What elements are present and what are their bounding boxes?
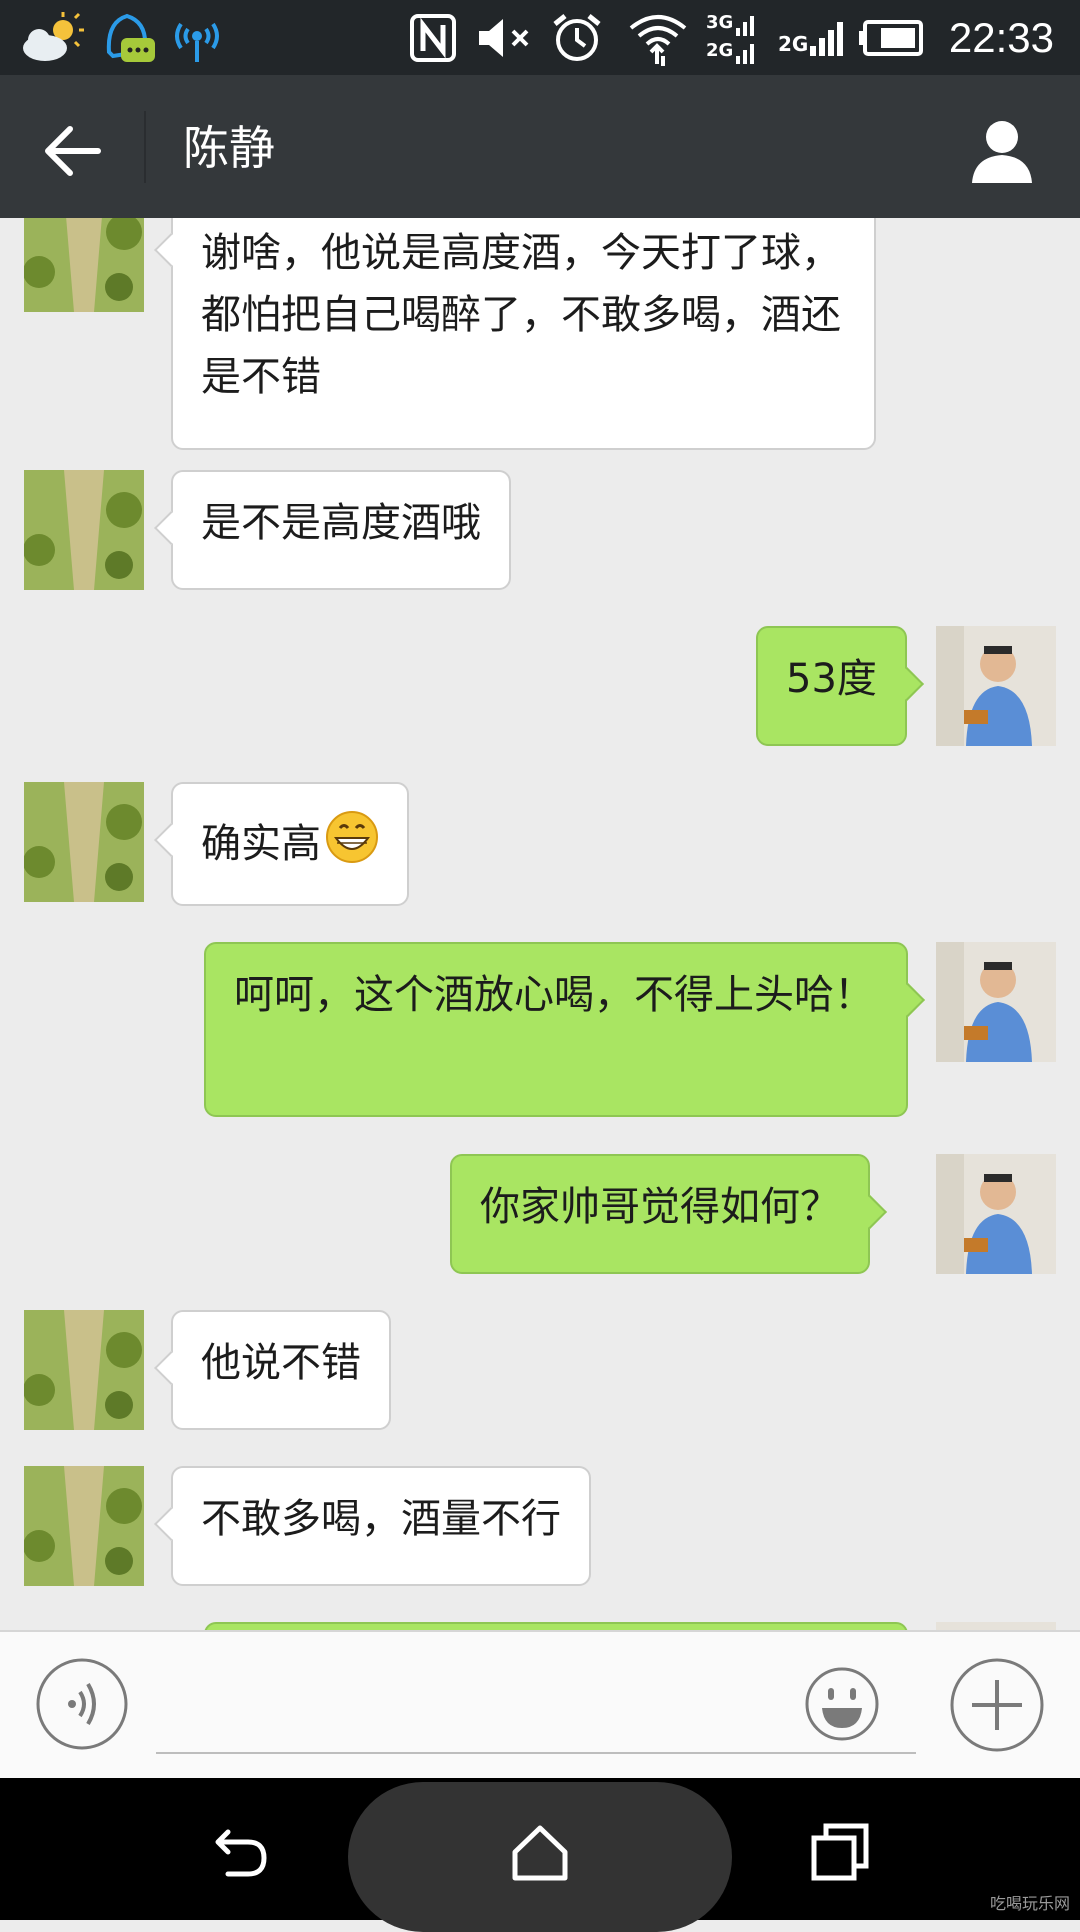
contact-avatar[interactable] (24, 470, 144, 590)
navigation-bar: 吃喝玩乐网 (0, 1778, 1080, 1932)
weather-icon (18, 10, 90, 66)
message-text: 他说不错 (201, 1340, 361, 1386)
signal-2g-label: 2G (706, 40, 734, 61)
plus-icon (950, 1658, 1044, 1752)
chat-title: 陈静 (183, 121, 275, 175)
nav-back-button[interactable] (204, 1818, 274, 1888)
message-bubble-incoming[interactable]: 他说不错 (171, 1310, 391, 1430)
contact-avatar[interactable] (24, 1310, 144, 1430)
status-bar: 3G 2G 2G 22:33 (0, 0, 1080, 75)
message-bubble-outgoing[interactable]: 呵呵，这个酒放心喝，不得上头哈！ (204, 942, 908, 1117)
message-text: 是不是高度酒哦 (201, 500, 481, 546)
message-text: 不敢多喝，酒量不行 (201, 1496, 561, 1542)
nav-recent-apps-icon (811, 1823, 869, 1881)
signal-3g-label: 3G (706, 12, 734, 33)
nfc-icon (408, 10, 458, 66)
message-text: 谢啥，他说是高度酒，今天打了球，都怕把自己喝醉了，不敢多喝，酒还是不错 (201, 230, 841, 400)
nav-home-icon (512, 1825, 568, 1881)
battery-icon (856, 10, 926, 66)
nav-home-button[interactable] (505, 1818, 575, 1888)
message-text: 确实高 (201, 821, 321, 867)
voice-button[interactable] (36, 1658, 128, 1750)
message-bubble-outgoing[interactable] (204, 1622, 908, 1630)
wifi-icon (626, 10, 690, 66)
my-avatar[interactable] (936, 1622, 1056, 1630)
message-text: 53度 (786, 656, 877, 702)
more-button[interactable] (950, 1658, 1044, 1752)
chat-message-list[interactable]: 谢啥，他说是高度酒，今天打了球，都怕把自己喝醉了，不敢多喝，酒还是不错 是不是高… (0, 218, 1080, 1630)
message-text: 你家帅哥觉得如何？ (480, 1184, 840, 1230)
clock: 22:33 (948, 14, 1054, 61)
contact-avatar[interactable] (24, 218, 144, 312)
back-arrow-icon (45, 126, 101, 176)
message-bubble-outgoing[interactable]: 你家帅哥觉得如何？ (450, 1154, 870, 1274)
nav-back-icon (215, 1829, 267, 1877)
signal-2g-icon: 2G (778, 12, 844, 68)
signal-icon: 3G 2G (706, 12, 756, 68)
message-bubble-outgoing[interactable]: 53度 (756, 626, 907, 746)
wifi-hotspot-icon (166, 10, 228, 66)
my-avatar[interactable] (936, 1154, 1056, 1274)
input-bar (0, 1630, 1080, 1780)
message-input[interactable] (156, 1662, 916, 1754)
voice-icon (36, 1658, 128, 1750)
mute-icon (474, 10, 536, 66)
watermark: 吃喝玩乐网 (989, 1894, 1070, 1913)
message-bubble-incoming[interactable]: 不敢多喝，酒量不行 (171, 1466, 591, 1586)
title-divider (144, 111, 146, 183)
profile-button[interactable] (966, 115, 1038, 187)
nav-recent-apps-button[interactable] (806, 1818, 876, 1888)
person-icon (972, 121, 1032, 183)
chat-header: 陈静 (0, 75, 1080, 218)
qq-icon (98, 10, 160, 66)
signal-2g-sim2-label: 2G (778, 32, 809, 56)
my-avatar[interactable] (936, 942, 1056, 1062)
message-text: 呵呵，这个酒放心喝，不得上头哈！ (234, 972, 874, 1018)
emoji-icon (805, 1667, 879, 1741)
my-avatar[interactable] (936, 626, 1056, 746)
contact-avatar[interactable] (24, 782, 144, 902)
message-bubble-incoming[interactable]: 谢啥，他说是高度酒，今天打了球，都怕把自己喝醉了，不敢多喝，酒还是不错 (171, 218, 876, 450)
contact-avatar[interactable] (24, 1466, 144, 1586)
back-button[interactable] (36, 115, 108, 187)
emoji-button[interactable] (804, 1666, 880, 1742)
message-bubble-incoming[interactable]: 确实高 (171, 782, 409, 906)
alarm-icon (548, 10, 606, 66)
grin-emoji-icon (325, 810, 379, 882)
message-bubble-incoming[interactable]: 是不是高度酒哦 (171, 470, 511, 590)
